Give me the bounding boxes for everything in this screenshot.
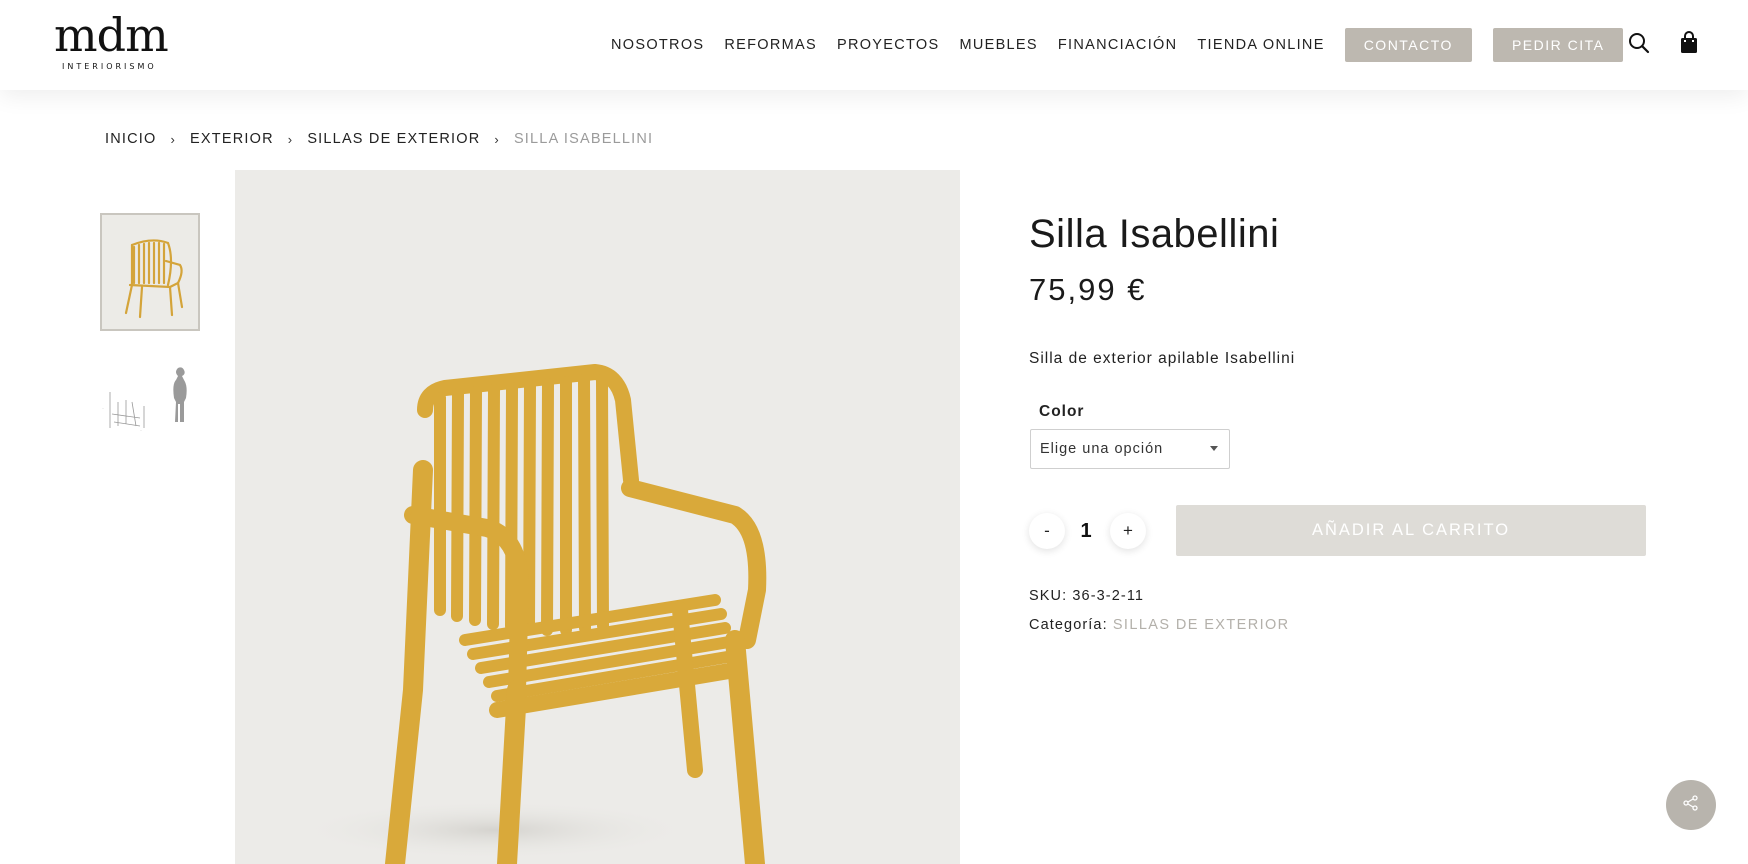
nav-item-tienda-online[interactable]: TIENDA ONLINE [1197,37,1324,53]
product-main-image[interactable] [235,170,960,864]
breadcrumb-current: SILLA ISABELLINI [513,131,654,147]
share-icon [1682,794,1700,817]
breadcrumb: INICIO › EXTERIOR › SILLAS DE EXTERIOR ›… [105,131,653,147]
add-to-cart-button[interactable]: AÑADIR AL CARRITO [1176,505,1646,556]
logo[interactable]: mdm INTERIORISMO [54,12,184,76]
sku-value: 36-3-2-11 [1072,588,1145,604]
nav-item-proyectos[interactable]: PROYECTOS [837,37,939,53]
chevron-right-icon: › [170,131,177,147]
color-label: Color [1039,403,1085,420]
category-link[interactable]: SILLAS DE EXTERIOR [1113,617,1290,633]
product-category: Categoría: SILLAS DE EXTERIOR [1029,617,1290,633]
product-price: 75,99 € [1029,272,1147,307]
chevron-right-icon: › [494,131,500,147]
main-nav: NOSOTROS REFORMAS PROYECTOS MUEBLES FINA… [611,0,1643,90]
share-button[interactable] [1666,780,1716,830]
nav-item-nosotros[interactable]: NOSOTROS [611,37,704,53]
search-icon[interactable] [1627,31,1651,60]
nav-item-muebles[interactable]: MUEBLES [959,37,1037,53]
product-thumbnail-chair[interactable] [100,213,200,331]
svg-text:··: ·· [140,429,142,433]
product-sku: SKU: 36-3-2-11 [1029,588,1144,604]
shopping-bag-icon[interactable] [1679,31,1699,60]
caret-down-icon [1210,446,1218,451]
quantity-decrease-button[interactable]: - [1029,513,1065,549]
breadcrumb-inicio[interactable]: INICIO [105,131,157,147]
product-description: Silla de exterior apilable Isabellini [1029,350,1296,367]
contact-button[interactable]: CONTACTO [1344,28,1472,62]
color-select[interactable]: Elige una opción [1030,429,1230,469]
breadcrumb-exterior[interactable]: EXTERIOR [190,131,274,147]
sku-label: SKU: [1029,588,1068,604]
logo-subtext: INTERIORISMO [62,62,157,71]
logo-text: mdm [54,8,169,62]
category-label: Categoría: [1029,617,1108,633]
quantity-input[interactable] [1068,513,1104,549]
chevron-right-icon: › [287,131,294,147]
product-thumbnail-dimensions[interactable]: ·· ·· [100,362,200,480]
product-title: Silla Isabellini [1029,212,1280,256]
color-select-value: Elige una opción [1040,441,1164,457]
nav-item-financiacion[interactable]: FINANCIACIÓN [1058,37,1178,53]
nav-item-reformas[interactable]: REFORMAS [724,37,817,53]
site-header: mdm INTERIORISMO NOSOTROS REFORMAS PROYE… [0,0,1748,90]
appointment-button[interactable]: PEDIR CITA [1492,28,1624,62]
svg-text:··: ·· [102,407,104,411]
quantity-increase-button[interactable]: + [1110,513,1146,549]
breadcrumb-sillas-de-exterior[interactable]: SILLAS DE EXTERIOR [307,131,480,147]
